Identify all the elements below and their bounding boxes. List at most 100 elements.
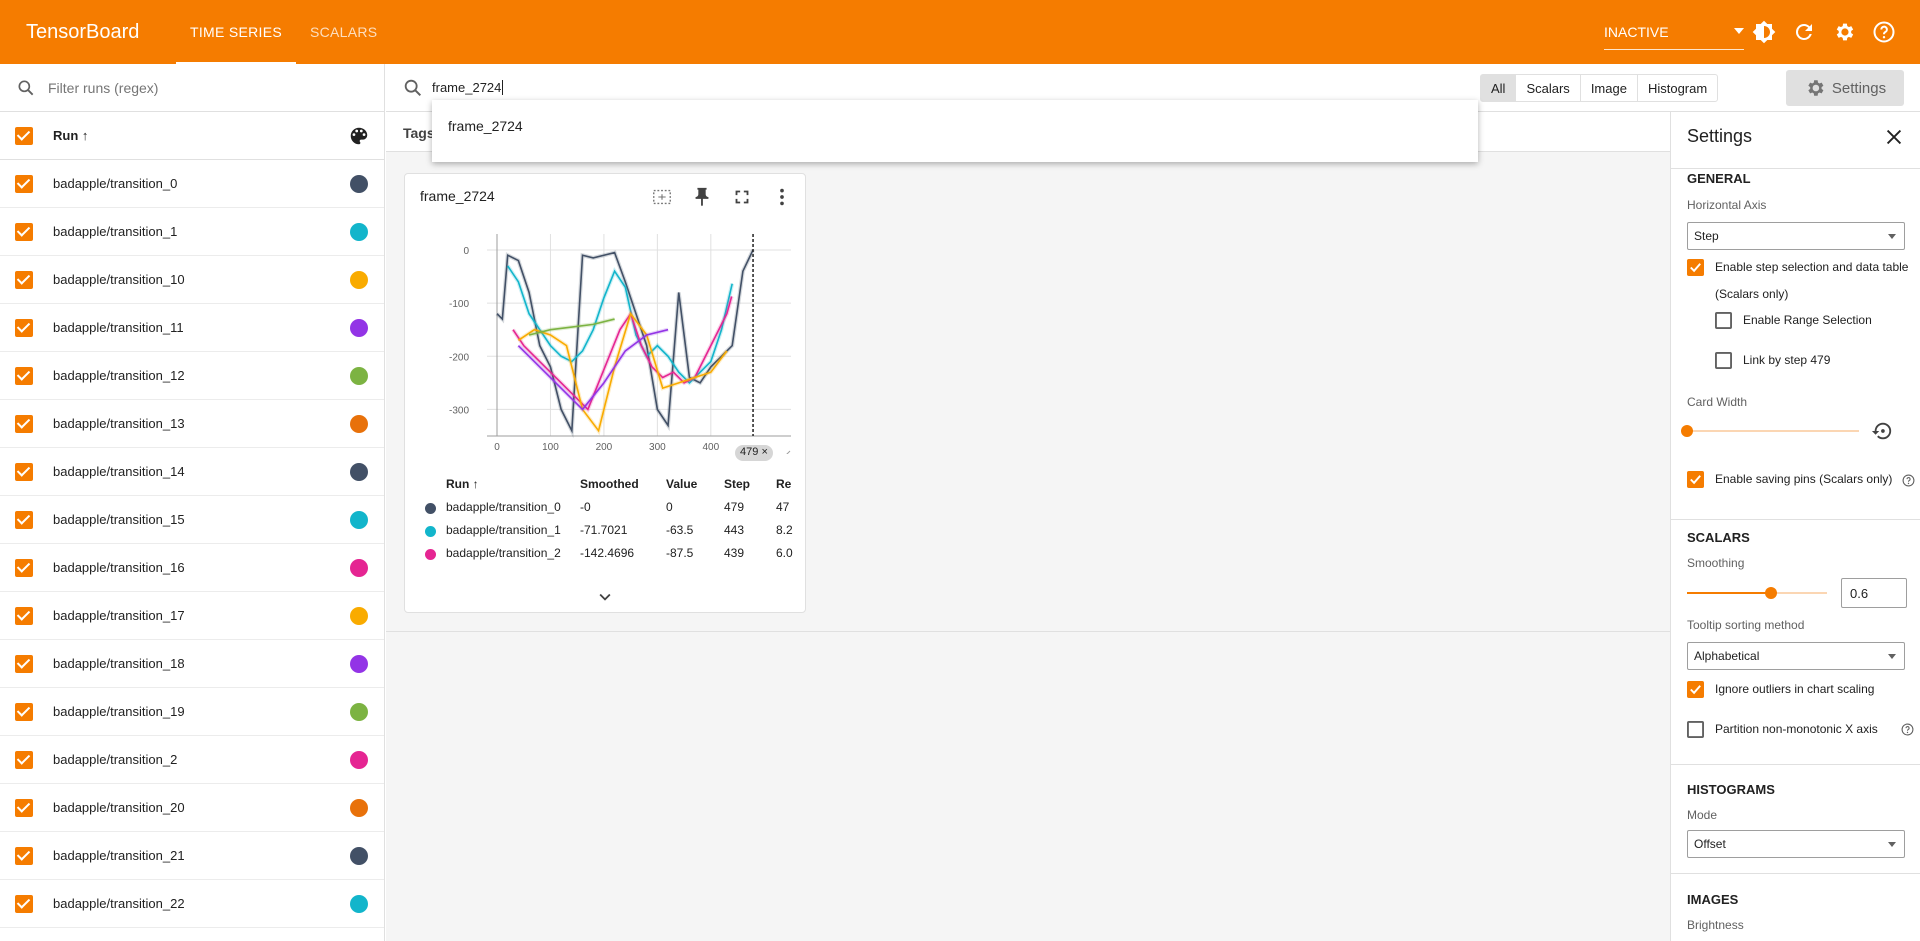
col-step[interactable]: Step	[724, 477, 750, 491]
run-checkbox[interactable]	[15, 270, 33, 289]
reload-status-select[interactable]: INACTIVE	[1604, 14, 1744, 50]
saving-pins-checkbox[interactable]	[1687, 471, 1704, 488]
run-row[interactable]: badapple/transition_2	[0, 736, 384, 784]
run-row[interactable]: badapple/transition_0	[0, 160, 384, 208]
run-color-swatch[interactable]	[350, 798, 368, 817]
pin-icon[interactable]	[691, 186, 713, 208]
run-checkbox[interactable]	[15, 846, 33, 865]
col-smoothed[interactable]: Smoothed	[580, 477, 639, 491]
run-color-swatch[interactable]	[350, 222, 368, 241]
run-checkbox[interactable]	[15, 558, 33, 577]
run-checkbox[interactable]	[15, 654, 33, 673]
settings-toggle-button[interactable]: Settings	[1786, 70, 1904, 106]
run-row[interactable]: badapple/transition_21	[0, 832, 384, 880]
col-relative[interactable]: Re	[776, 477, 798, 491]
run-row[interactable]: badapple/transition_16	[0, 544, 384, 592]
run-color-swatch[interactable]	[350, 654, 368, 673]
run-checkbox[interactable]	[15, 798, 33, 817]
col-run[interactable]: Run ↑	[446, 477, 479, 491]
run-checkbox[interactable]	[15, 750, 33, 769]
run-color-swatch[interactable]	[350, 894, 368, 913]
help-icon[interactable]	[1872, 20, 1896, 44]
runs-sidebar: Run ↑ badapple/transition_0badapple/tran…	[0, 64, 385, 941]
filter-histogram-button[interactable]: Histogram	[1638, 75, 1717, 101]
run-row[interactable]: badapple/transition_11	[0, 304, 384, 352]
run-checkbox[interactable]	[15, 702, 33, 721]
run-color-swatch[interactable]	[350, 318, 368, 337]
run-color-swatch[interactable]	[350, 414, 368, 433]
run-row[interactable]: badapple/transition_15	[0, 496, 384, 544]
run-checkbox[interactable]	[15, 318, 33, 337]
refresh-icon[interactable]	[1792, 20, 1816, 44]
run-row[interactable]: badapple/transition_22	[0, 880, 384, 928]
run-row[interactable]: badapple/transition_12	[0, 352, 384, 400]
run-row[interactable]: badapple/transition_17	[0, 592, 384, 640]
gear-icon[interactable]	[1832, 20, 1856, 44]
theme-toggle-icon[interactable]	[1752, 20, 1776, 44]
smoothing-slider-track[interactable]	[1687, 592, 1827, 594]
autocomplete-option[interactable]: frame_2724	[448, 118, 523, 134]
reset-icon[interactable]	[1871, 420, 1893, 442]
run-color-swatch[interactable]	[350, 366, 368, 385]
filter-all-button[interactable]: All	[1481, 75, 1517, 101]
expand-more-icon[interactable]	[594, 586, 616, 608]
line-chart[interactable]: 0 100 200 300 400 0 -100 -200 -300	[405, 214, 807, 454]
run-checkbox[interactable]	[15, 222, 33, 241]
link-by-step-checkbox[interactable]	[1715, 352, 1732, 369]
horizontal-axis-select[interactable]: Step	[1687, 222, 1905, 250]
range-selection-checkbox[interactable]	[1715, 312, 1732, 329]
run-checkbox[interactable]	[15, 174, 33, 193]
smoothing-slider-thumb[interactable]	[1765, 587, 1777, 599]
run-color-swatch[interactable]	[350, 750, 368, 769]
run-filter-input[interactable]	[48, 79, 348, 96]
run-checkbox[interactable]	[15, 894, 33, 913]
series-line[interactable]	[528, 318, 615, 336]
tab-time-series[interactable]: TIME SERIES	[176, 0, 296, 64]
card-width-slider-thumb[interactable]	[1681, 425, 1693, 437]
run-row[interactable]: badapple/transition_20	[0, 784, 384, 832]
run-checkbox[interactable]	[15, 462, 33, 481]
help-icon[interactable]	[1901, 723, 1914, 736]
run-color-swatch[interactable]	[350, 606, 368, 625]
palette-icon[interactable]	[348, 125, 370, 147]
run-color-swatch[interactable]	[350, 558, 368, 577]
run-row[interactable]: badapple/transition_10	[0, 256, 384, 304]
filter-scalars-button[interactable]: Scalars	[1516, 75, 1581, 101]
tag-search-input[interactable]: frame_2724	[432, 80, 504, 95]
tooltip-sorting-value: Alphabetical	[1694, 649, 1760, 663]
tooltip-sorting-select[interactable]: Alphabetical	[1687, 642, 1905, 670]
histogram-mode-select[interactable]: Offset	[1687, 830, 1905, 858]
more-vert-icon[interactable]	[771, 186, 793, 208]
run-checkbox[interactable]	[15, 366, 33, 385]
help-icon[interactable]	[1902, 474, 1915, 487]
run-color-swatch[interactable]	[350, 510, 368, 529]
run-color-swatch[interactable]	[350, 174, 368, 193]
run-color-swatch[interactable]	[350, 462, 368, 481]
run-row[interactable]: badapple/transition_19	[0, 688, 384, 736]
selected-step-chip[interactable]: 479 ×	[735, 445, 773, 461]
run-checkbox[interactable]	[15, 510, 33, 529]
card-width-slider-track[interactable]	[1687, 430, 1859, 432]
filter-image-button[interactable]: Image	[1581, 75, 1638, 101]
run-row[interactable]: badapple/transition_1	[0, 208, 384, 256]
ignore-outliers-checkbox[interactable]	[1687, 681, 1704, 698]
run-column-header[interactable]: Run ↑	[53, 128, 88, 143]
close-icon[interactable]	[1883, 126, 1905, 148]
run-color-swatch[interactable]	[350, 270, 368, 289]
resize-handle[interactable]	[781, 450, 791, 454]
step-selection-checkbox[interactable]	[1687, 259, 1704, 276]
col-value[interactable]: Value	[666, 477, 697, 491]
run-checkbox[interactable]	[15, 414, 33, 433]
run-row[interactable]: badapple/transition_13	[0, 400, 384, 448]
fit-domain-icon[interactable]	[651, 186, 673, 208]
run-color-swatch[interactable]	[350, 846, 368, 865]
run-row[interactable]: badapple/transition_18	[0, 640, 384, 688]
run-color-swatch[interactable]	[350, 702, 368, 721]
fullscreen-icon[interactable]	[731, 186, 753, 208]
run-row[interactable]: badapple/transition_14	[0, 448, 384, 496]
select-all-runs-checkbox[interactable]	[15, 126, 33, 145]
partition-checkbox[interactable]	[1687, 721, 1704, 738]
tab-scalars[interactable]: SCALARS	[296, 0, 391, 64]
smoothing-input[interactable]: 0.6	[1841, 578, 1907, 608]
run-checkbox[interactable]	[15, 606, 33, 625]
